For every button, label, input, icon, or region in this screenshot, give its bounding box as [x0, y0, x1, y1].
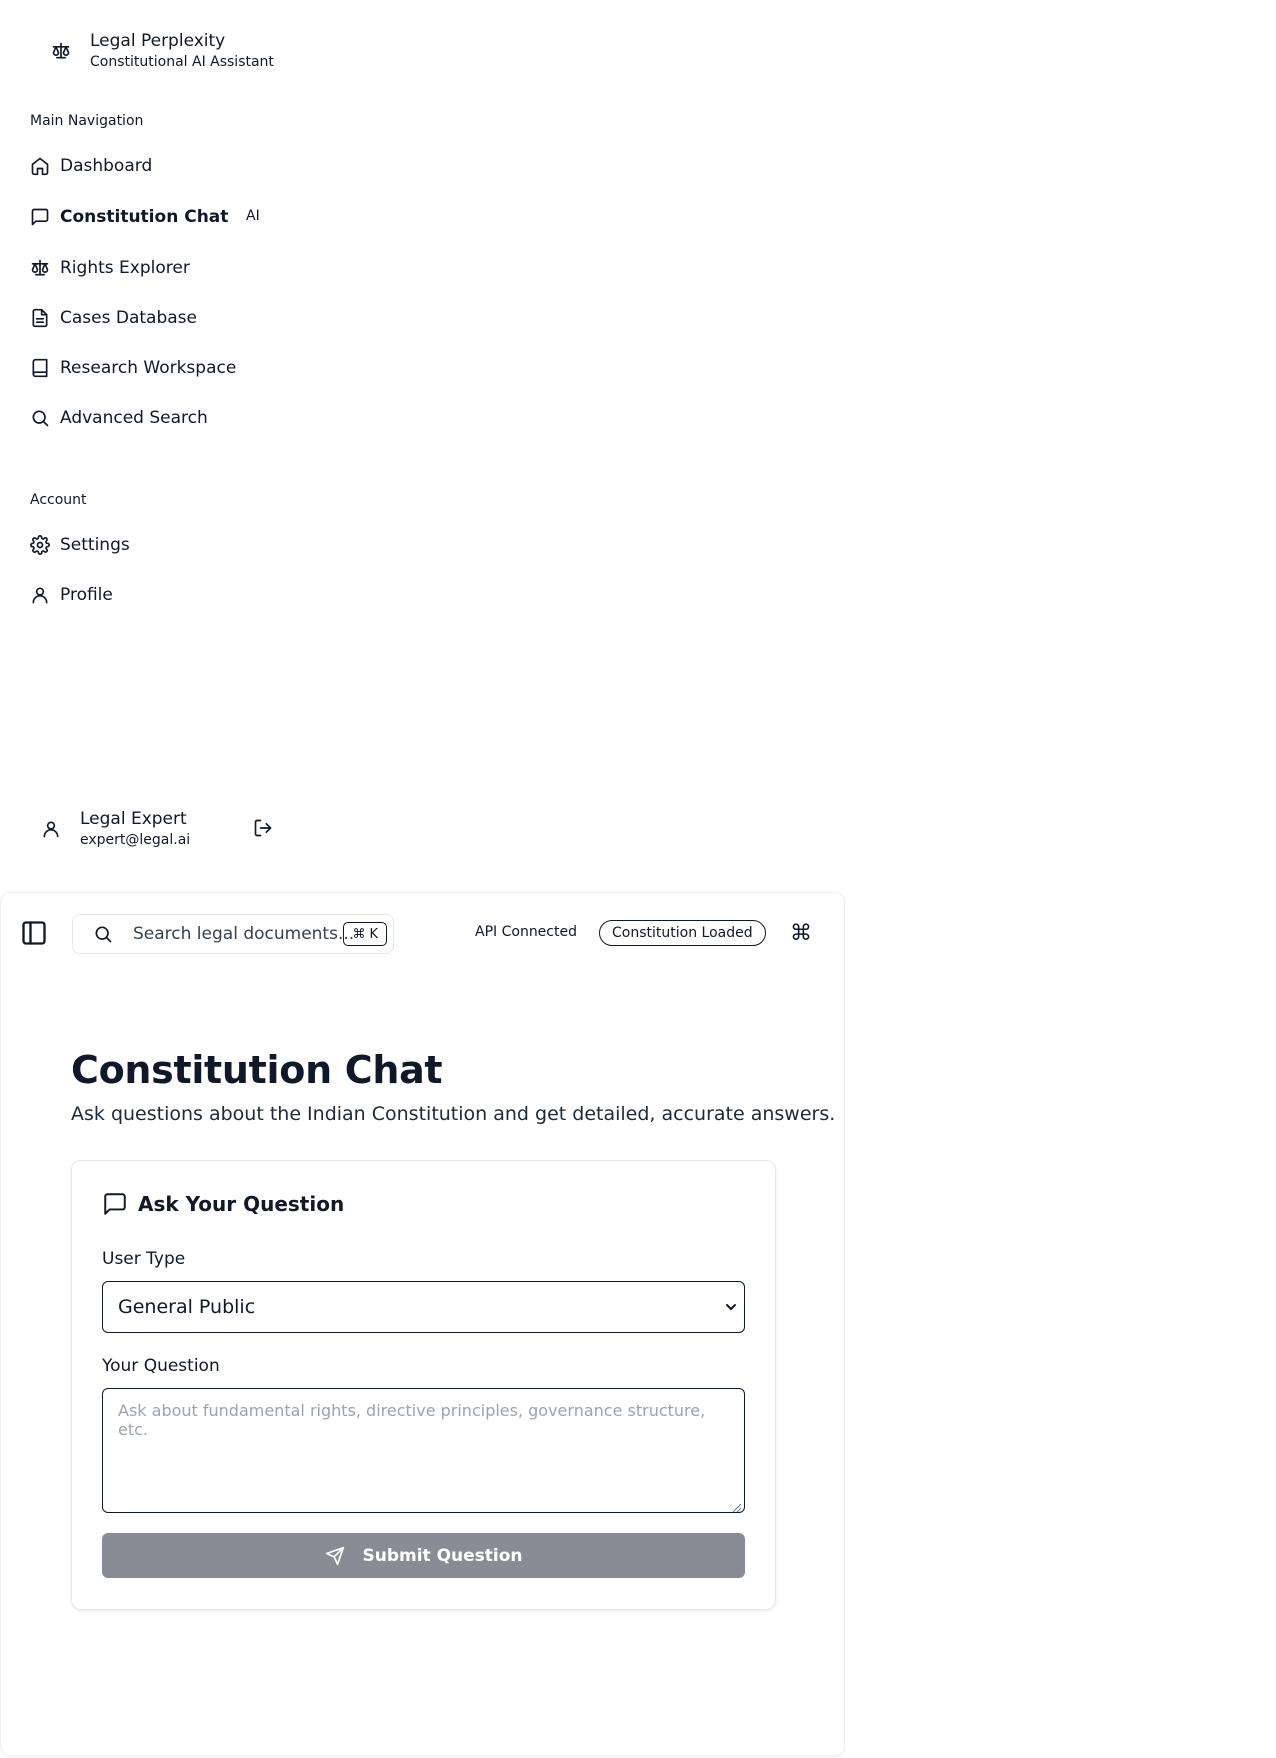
sidebar-toggle-button[interactable]	[19, 920, 49, 950]
sidebar-item-label: Constitution Chat	[60, 207, 229, 227]
chevron-down-icon	[722, 1298, 740, 1316]
sidebar-item-label: Rights Explorer	[60, 258, 190, 278]
sidebar-item-label: Dashboard	[60, 156, 153, 176]
api-status: API Connected	[475, 924, 577, 940]
user-type-label: User Type	[102, 1249, 186, 1269]
sidebar-item-settings[interactable]: Settings	[30, 529, 130, 561]
file-icon	[30, 308, 50, 328]
sidebar-item-dashboard[interactable]: Dashboard	[30, 150, 152, 182]
user-name: Legal Expert	[80, 809, 187, 829]
panel-left-icon	[20, 919, 48, 951]
gear-icon	[30, 535, 50, 555]
search-placeholder: Search legal documents...	[133, 924, 355, 944]
sidebar-item-constitution-chat[interactable]: Constitution Chat	[30, 201, 228, 233]
question-placeholder: Ask about fundamental rights, directive …	[118, 1401, 706, 1439]
sidebar-item-label: Settings	[60, 535, 130, 555]
shortcut-badge: ⌘ K	[343, 922, 387, 946]
sidebar-item-label: Research Workspace	[60, 358, 237, 378]
main-panel: Search legal documents... ⌘ K API Connec…	[0, 892, 845, 1756]
question-card: Ask Your Question User Type General Publ…	[71, 1160, 776, 1610]
submit-question-button[interactable]: Submit Question	[102, 1533, 745, 1578]
constitution-status-badge: Constitution Loaded	[599, 920, 766, 946]
logout-icon	[253, 818, 273, 842]
page-title: Constitution Chat	[71, 1048, 443, 1092]
resize-handle-icon[interactable]	[730, 1498, 742, 1513]
sidebar-item-profile[interactable]: Profile	[30, 579, 113, 611]
search-icon	[93, 924, 113, 944]
command-icon: ⌘	[790, 920, 812, 946]
page-description: Ask questions about the Indian Constitut…	[71, 1103, 836, 1125]
message-icon	[30, 207, 50, 227]
shortcut-key: K	[369, 926, 378, 942]
account-label: Account	[30, 492, 87, 508]
sidebar-item-rights-explorer[interactable]: Rights Explorer	[30, 252, 190, 284]
command-key-icon: ⌘	[352, 926, 366, 942]
search-icon	[30, 408, 50, 428]
sidebar: Legal Perplexity Constitutional AI Assis…	[0, 0, 300, 880]
command-palette-button[interactable]: ⌘	[789, 920, 813, 946]
user-card[interactable]: Legal Expert expert@legal.ai	[40, 808, 190, 850]
card-title: Ask Your Question	[138, 1192, 345, 1216]
send-icon	[324, 1545, 346, 1567]
user-type-select[interactable]: General Public	[102, 1281, 745, 1333]
main-navigation-label: Main Navigation	[30, 113, 144, 129]
sidebar-item-research-workspace[interactable]: Research Workspace	[30, 352, 236, 384]
user-icon	[30, 585, 50, 605]
user-type-value: General Public	[118, 1296, 256, 1318]
user-icon	[40, 818, 62, 840]
book-icon	[30, 358, 50, 378]
submit-label: Submit Question	[362, 1545, 523, 1566]
home-icon	[30, 156, 50, 176]
brand[interactable]: Legal Perplexity Constitutional AI Assis…	[50, 30, 274, 72]
brand-subtitle: Constitutional AI Assistant	[90, 54, 274, 70]
user-email: expert@legal.ai	[80, 832, 191, 848]
card-header: Ask Your Question	[102, 1191, 344, 1217]
search-input[interactable]: Search legal documents... ⌘ K	[72, 914, 394, 954]
logout-button[interactable]	[252, 819, 274, 841]
sidebar-item-label: Advanced Search	[60, 408, 208, 428]
question-label: Your Question	[102, 1356, 220, 1376]
ai-badge: AI	[246, 208, 260, 224]
sidebar-item-cases-database[interactable]: Cases Database	[30, 302, 197, 334]
question-textarea[interactable]: Ask about fundamental rights, directive …	[102, 1388, 745, 1513]
sidebar-item-label: Cases Database	[60, 308, 197, 328]
scale-icon	[50, 40, 72, 62]
sidebar-item-advanced-search[interactable]: Advanced Search	[30, 402, 208, 434]
brand-title: Legal Perplexity	[90, 31, 226, 51]
top-bar: Search legal documents... ⌘ K API Connec…	[1, 893, 844, 975]
scale-icon	[30, 258, 50, 278]
sidebar-item-label: Profile	[60, 585, 113, 605]
message-icon	[102, 1191, 128, 1217]
